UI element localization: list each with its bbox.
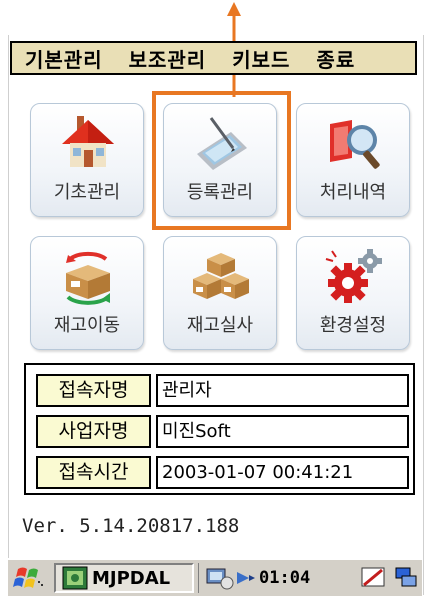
tray-right — [360, 563, 420, 593]
info-label: 접속자명 — [36, 374, 151, 407]
info-panel: 접속자명 관리자 사업자명 미진Soft 접속시간 2003-01-07 00:… — [24, 363, 415, 495]
info-value: 관리자 — [156, 374, 409, 407]
magnifier-icon — [330, 120, 380, 169]
tile-label: 처리내역 — [319, 182, 387, 203]
system-tray: 01:04 — [198, 563, 358, 593]
connection-icon[interactable] — [235, 568, 257, 588]
input-panel-icon[interactable] — [360, 565, 388, 591]
clock[interactable]: 01:04 — [259, 568, 310, 588]
version-text: Ver. 5.14.20817.188 — [22, 515, 240, 537]
tile-basic-data[interactable]: 기초관리 — [30, 103, 144, 217]
tile-settings[interactable]: 환경설정 — [296, 236, 410, 350]
tile-label: 재고이동 — [53, 315, 121, 336]
sync-icon[interactable] — [205, 565, 235, 591]
menu-basic-management[interactable]: 기본관리 — [12, 44, 116, 73]
tile-label: 기초관리 — [53, 182, 121, 203]
info-value: 2003-01-07 00:41:21 — [156, 456, 409, 489]
menu-exit[interactable]: 종료 — [303, 44, 368, 73]
app-taskbar-button[interactable]: MJPDAL — [54, 563, 194, 593]
menu-auxiliary-management[interactable]: 보조관리 — [116, 44, 220, 73]
tile-label: 환경설정 — [319, 315, 387, 336]
app-icon — [62, 566, 88, 590]
info-label: 접속시간 — [36, 456, 151, 489]
taskbar: MJPDAL 01:04 — [8, 558, 422, 596]
start-button[interactable] — [10, 563, 50, 593]
tile-stock-transfer[interactable]: 재고이동 — [30, 236, 144, 350]
windows-flag-icon — [13, 567, 43, 588]
tile-label: 재고실사 — [186, 315, 254, 336]
gears-icon — [325, 249, 382, 303]
windows-switch-icon[interactable] — [394, 565, 418, 591]
menu-bar: 기본관리 보조관리 키보드 종료 — [10, 41, 417, 75]
tile-stock-audit[interactable]: 재고실사 — [163, 236, 277, 350]
highlight-frame — [152, 91, 291, 230]
house-icon — [62, 116, 114, 167]
boxes-icon — [193, 253, 249, 299]
info-label: 사업자명 — [36, 415, 151, 448]
app-name: MJPDAL — [92, 567, 171, 589]
info-value: 미진Soft — [156, 415, 409, 448]
tile-history[interactable]: 처리내역 — [296, 103, 410, 217]
box-exchange-icon — [66, 251, 110, 305]
menu-keyboard[interactable]: 키보드 — [219, 44, 303, 73]
